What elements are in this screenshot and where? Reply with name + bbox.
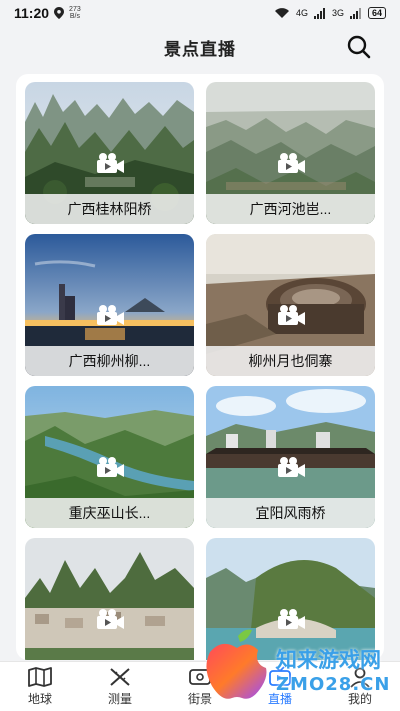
scenic-card[interactable] <box>206 538 375 660</box>
nav-mine-label: 我的 <box>347 692 372 706</box>
signal-3g: 3G <box>331 8 344 18</box>
card-title: 广西柳州柳... <box>25 346 194 376</box>
location-icon <box>54 7 65 19</box>
video-camera-icon <box>97 457 124 477</box>
card-title: 广西河池岜... <box>206 194 375 224</box>
net-speed: 273 B/s <box>69 6 81 20</box>
scenic-card[interactable]: 宜阳风雨桥 <box>206 386 375 528</box>
battery-indicator: 64 <box>367 7 386 19</box>
card-title: 重庆巫山长... <box>25 498 194 528</box>
scene-thumbnail <box>25 538 194 660</box>
status-time: 11:20 <box>14 5 50 21</box>
video-camera-icon <box>278 609 305 629</box>
scenic-card[interactable]: 广西桂林阳桥 <box>25 82 194 224</box>
video-camera-icon <box>97 305 124 325</box>
scenic-card[interactable]: 柳州月也侗寨 <box>206 234 375 376</box>
nav-measure-label: 测量 <box>107 692 132 706</box>
scenic-grid: 广西桂林阳桥 广西河池岜... 广西柳州柳... 柳州月也侗寨 重庆巫山长...… <box>25 82 375 660</box>
wifi-icon <box>274 8 289 18</box>
card-title: 广西桂林阳桥 <box>25 194 194 224</box>
status-bar: 11:20 273 B/s 4G 3G 64 <box>0 0 400 26</box>
nav-street-view-label: 街景 <box>187 692 212 706</box>
scenic-card[interactable]: 重庆巫山长... <box>25 386 194 528</box>
scenic-card[interactable]: 广西柳州柳... <box>25 234 194 376</box>
video-camera-icon <box>278 457 305 477</box>
video-camera-icon <box>278 153 305 173</box>
nav-measure[interactable]: 测量 <box>80 662 160 711</box>
video-camera-icon <box>97 609 124 629</box>
header: 景点直播 <box>0 26 400 68</box>
live-icon <box>269 666 291 686</box>
scene-thumbnail <box>206 538 375 660</box>
user-icon <box>350 667 370 688</box>
nav-street-view[interactable]: 街景 <box>160 662 240 711</box>
scenic-card[interactable]: 广西河池岜... <box>206 82 375 224</box>
video-camera-icon <box>278 305 305 325</box>
card-title: 柳州月也侗寨 <box>206 346 375 376</box>
nav-live-label: 直播 <box>267 692 292 706</box>
signal-bars-icon-2 <box>349 7 361 19</box>
scenic-card[interactable] <box>25 538 194 660</box>
nav-earth-label: 地球 <box>27 692 52 706</box>
nav-mine[interactable]: 我的 <box>320 662 400 711</box>
signal-4g: 4G <box>295 8 308 18</box>
nav-earth[interactable]: 地球 <box>0 662 80 711</box>
content-panel: 广西桂林阳桥 广西河池岜... 广西柳州柳... 柳州月也侗寨 重庆巫山长...… <box>16 74 384 660</box>
search-icon[interactable] <box>346 34 372 60</box>
bottom-nav: 地球 测量 街景 直播 我的 <box>0 661 400 711</box>
signal-bars-icon <box>313 7 325 19</box>
ruler-pencil-icon <box>110 668 130 686</box>
nav-live[interactable]: 直播 <box>240 662 320 711</box>
page-title: 景点直播 <box>164 39 236 59</box>
map-icon <box>28 667 52 687</box>
street-view-icon <box>189 669 211 685</box>
card-title: 宜阳风雨桥 <box>206 498 375 528</box>
video-camera-icon <box>97 153 124 173</box>
